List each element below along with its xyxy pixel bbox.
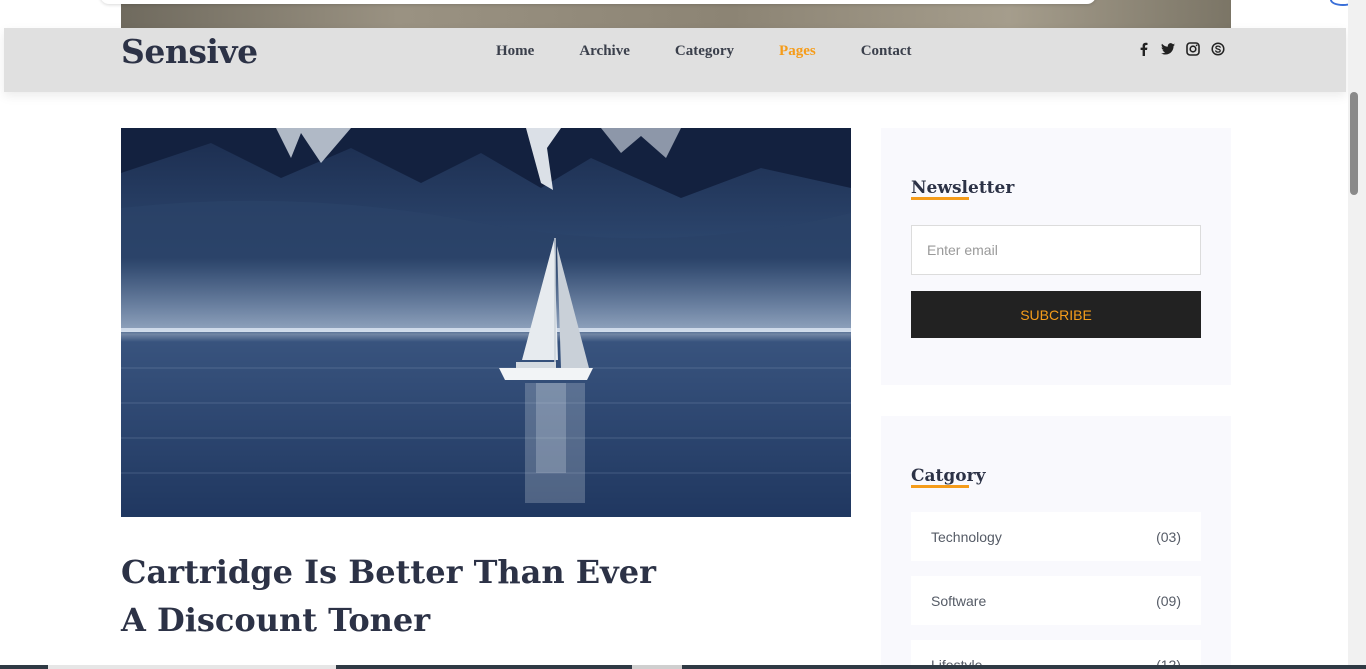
site-header: Sensive Home Archive Category Pages Cont… [4,28,1346,92]
page: Sensive Home Archive Category Pages Cont… [0,0,1366,669]
title-underline [911,197,969,200]
category-item-technology[interactable]: Technology (03) [911,512,1201,561]
scrollbar-thumb[interactable] [1350,92,1358,195]
category-name: Software [931,592,987,609]
title-underline [911,485,969,488]
post-title[interactable]: Cartridge Is Better Than Ever A Discount… [121,548,821,644]
newsletter-title-text: Newsletter [911,178,1015,198]
twitter-icon[interactable] [1160,41,1176,57]
main-nav: Home Archive Category Pages Contact [496,43,957,60]
taskbar-segment [632,665,682,669]
subscribe-button[interactable]: SUBCRIBE [911,291,1201,338]
category-count: (03) [1156,528,1181,545]
nav-item-contact[interactable]: Contact [861,43,912,60]
post-feature-image[interactable] [121,128,851,517]
hero-image-strip [121,0,1231,30]
category-title: Catgory [911,466,986,488]
nav-item-archive[interactable]: Archive [579,43,630,60]
skype-icon[interactable] [1210,41,1226,57]
category-title-text: Catgory [911,466,986,486]
social-links [1135,41,1226,57]
site-logo[interactable]: Sensive [121,32,258,71]
category-item-software[interactable]: Software (09) [911,576,1201,625]
nav-item-home[interactable]: Home [496,43,534,60]
taskbar-segment [48,665,336,669]
email-field[interactable] [911,225,1201,275]
nav-item-category[interactable]: Category [675,43,734,60]
category-widget: Catgory Technology (03) Software (09) Li… [881,416,1231,669]
category-count: (09) [1156,592,1181,609]
taskbar-edge [0,665,1366,669]
post-title-line-1: Cartridge Is Better Than Ever [121,553,656,591]
nav-item-pages[interactable]: Pages [779,43,816,60]
newsletter-widget: Newsletter SUBCRIBE [881,128,1231,385]
browser-search-overlay [100,0,1096,4]
facebook-icon[interactable] [1135,41,1151,57]
post-title-line-2: A Discount Toner [121,601,431,639]
instagram-icon[interactable] [1185,41,1201,57]
newsletter-title: Newsletter [911,178,1015,200]
category-name: Technology [931,528,1002,545]
